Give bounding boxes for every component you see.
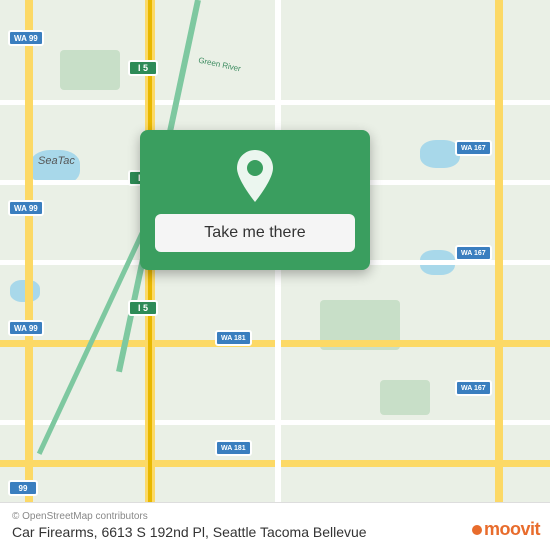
take-me-there-button[interactable]: Take me there (155, 214, 355, 252)
badge-wa181-bot: WA 181 (215, 440, 252, 456)
moovit-dot (472, 525, 482, 535)
i5-road (145, 0, 155, 550)
badge-wa167-bot: WA 167 (455, 380, 492, 396)
map-container: WA 99 WA 99 WA 99 99 WA 167 WA 167 WA 16… (0, 0, 550, 550)
green-area-3 (380, 380, 430, 415)
location-pin-icon (233, 150, 277, 202)
moovit-logo: moovit (472, 519, 540, 540)
badge-wa99-low: WA 99 (8, 320, 44, 336)
badge-wa99-top: WA 99 (8, 30, 44, 46)
action-overlay: Take me there (140, 130, 370, 270)
badge-wa167-mid: WA 167 (455, 245, 492, 261)
badge-wa181-mid: WA 181 (215, 330, 252, 346)
badge-wa99-mid: WA 99 (8, 200, 44, 216)
badge-i5-low: I 5 (128, 300, 158, 316)
bottom-bar: © OpenStreetMap contributors Car Firearm… (0, 502, 550, 550)
center-v-road (275, 0, 281, 550)
location-name: Car Firearms, 6613 S 192nd Pl, Seattle T… (12, 524, 538, 540)
wa167-road (495, 0, 503, 550)
lake-2 (420, 140, 460, 168)
badge-wa167-top: WA 167 (455, 140, 492, 156)
wa99-road (25, 0, 33, 550)
badge-99-bot: 99 (8, 480, 38, 496)
seatac-label: SeaTac (38, 155, 75, 167)
green-area-1 (60, 50, 120, 90)
badge-i5-top: I 5 (128, 60, 158, 76)
map-attribution: © OpenStreetMap contributors (12, 511, 538, 522)
